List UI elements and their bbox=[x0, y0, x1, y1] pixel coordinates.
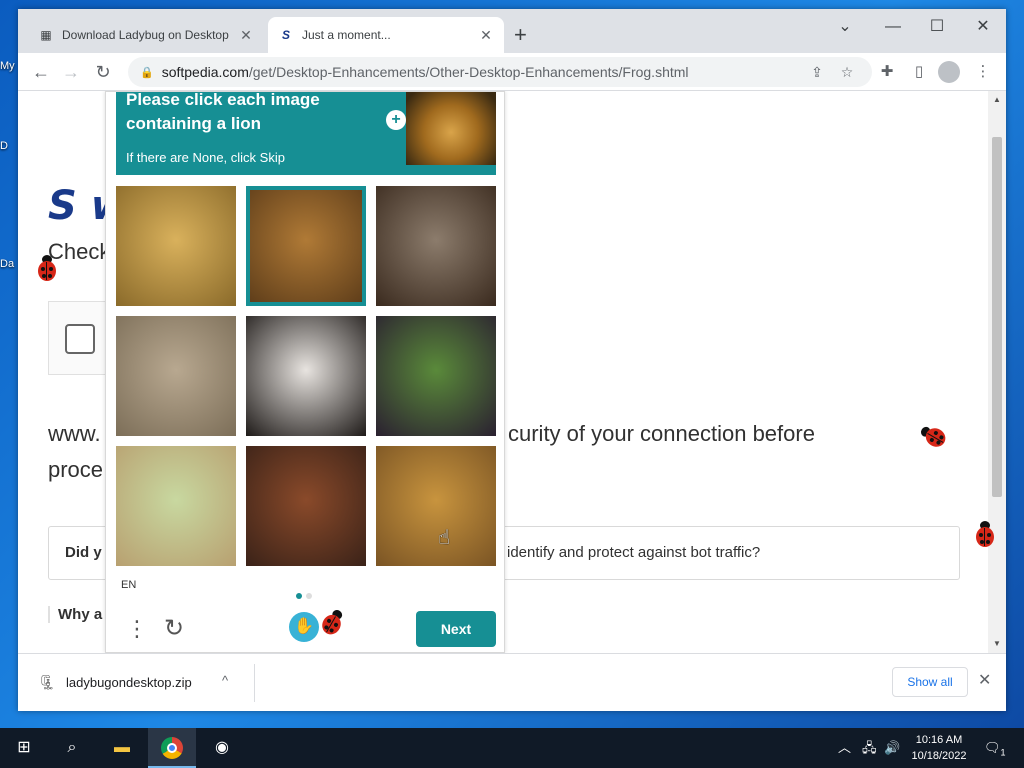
captcha-image-lion-face[interactable] bbox=[376, 446, 496, 566]
page-dot bbox=[306, 593, 312, 599]
url-path: /get/Desktop-Enhancements/Other-Desktop-… bbox=[248, 64, 689, 80]
browser-window: ▦ Download Ladybug on Desktop ✕ S Just a… bbox=[18, 9, 1006, 711]
close-tab-icon[interactable]: ✕ bbox=[478, 27, 494, 44]
captcha-image-pony[interactable] bbox=[116, 446, 236, 566]
faq-question-end: identify and protect against bot traffic… bbox=[507, 544, 761, 561]
share-icon[interactable]: ⇪ bbox=[804, 57, 830, 87]
sidebar-icon[interactable]: ▯ bbox=[906, 59, 932, 85]
captcha-image-dog[interactable] bbox=[246, 316, 366, 436]
captcha-image-horse-pinto[interactable] bbox=[376, 186, 496, 306]
captcha-image-lion-cub[interactable] bbox=[116, 186, 236, 306]
notification-count: 1 bbox=[1000, 747, 1006, 758]
tab-just-a-moment[interactable]: S Just a moment... ✕ bbox=[268, 17, 504, 53]
page-content: S w Check www. curity of your connection… bbox=[18, 91, 1006, 653]
browser-toolbar: ← → ↻ 🔒 softpedia.com/get/Desktop-Enhanc… bbox=[18, 53, 1006, 91]
page-text-right: curity of your connection before bbox=[508, 421, 815, 446]
captcha-image-chihuahua[interactable] bbox=[246, 446, 366, 566]
tab-title: Download Ladybug on Desktop bbox=[62, 28, 229, 42]
tab-title: Just a moment... bbox=[302, 28, 391, 42]
ladybug-icon bbox=[36, 255, 58, 281]
zip-file-icon: 🗜 bbox=[38, 674, 56, 690]
page-text-left: www. bbox=[48, 421, 101, 446]
close-tab-icon[interactable]: ✕ bbox=[238, 27, 254, 44]
ladybug-app-icon[interactable]: ◉ bbox=[198, 728, 246, 768]
taskbar: ⊞ ⌕ ▬ ◉ ︿ 🖧 🔊 10:16 AM 10/18/2022 🗨1 bbox=[0, 728, 1024, 768]
hcaptcha-logo-icon: ✋ bbox=[289, 612, 319, 642]
url-host: softpedia.com bbox=[161, 64, 249, 80]
captcha-header: Please click each image containing a lio… bbox=[116, 91, 496, 175]
desktop-icon-label[interactable]: D bbox=[0, 140, 8, 152]
scroll-down-icon[interactable]: ▼ bbox=[988, 639, 1006, 648]
page-text-line2: proce bbox=[48, 457, 104, 482]
captcha-image-lioness[interactable] bbox=[116, 316, 236, 436]
close-downloads-icon[interactable]: ✕ bbox=[978, 670, 991, 690]
reload-button[interactable]: ↻ bbox=[90, 59, 116, 85]
captcha-refresh-icon[interactable]: ↻ bbox=[164, 612, 184, 646]
page-dot-active bbox=[296, 593, 302, 599]
page-scrollbar[interactable]: ▲ ▼ bbox=[988, 91, 1006, 653]
captcha-menu-icon[interactable]: ⋮ bbox=[126, 612, 148, 646]
download-filename[interactable]: ladybugondesktop.zip bbox=[66, 675, 192, 690]
verify-checkbox[interactable] bbox=[65, 324, 95, 354]
show-all-button[interactable]: Show all bbox=[892, 667, 968, 697]
film-icon: ▦ bbox=[40, 28, 52, 42]
divider bbox=[254, 664, 255, 702]
desktop-icon-label[interactable]: Da bbox=[0, 258, 14, 270]
softpedia-favicon-icon: S bbox=[281, 28, 290, 42]
tab-download-ladybug[interactable]: ▦ Download Ladybug on Desktop ✕ bbox=[28, 17, 264, 53]
maximize-button[interactable]: ☐ bbox=[922, 15, 952, 39]
tab-search-dropdown-icon[interactable]: ⌄ bbox=[830, 15, 860, 39]
plus-icon[interactable]: + bbox=[386, 110, 406, 130]
close-window-button[interactable]: ✕ bbox=[968, 15, 998, 39]
clock-date: 10/18/2022 bbox=[911, 750, 967, 762]
volume-icon[interactable]: 🔊 bbox=[884, 728, 900, 768]
captcha-subtext: If there are None, click Skip bbox=[126, 150, 285, 165]
lock-icon[interactable]: 🔒 bbox=[140, 66, 154, 79]
clock-time: 10:16 AM bbox=[915, 734, 963, 746]
new-tab-button[interactable]: + bbox=[514, 23, 527, 47]
scroll-up-icon[interactable]: ▲ bbox=[988, 95, 1006, 104]
windows-start-icon[interactable]: ⊞ bbox=[0, 728, 48, 768]
chevron-up-icon[interactable]: ︿ bbox=[838, 728, 851, 768]
search-icon[interactable]: ⌕ bbox=[48, 728, 96, 768]
faq-question-start: Did y bbox=[65, 544, 102, 561]
captcha-challenge: Please click each image containing a lio… bbox=[105, 91, 505, 653]
menu-icon[interactable]: ⋮ bbox=[970, 59, 996, 85]
example-lion-image bbox=[406, 92, 496, 165]
address-bar[interactable]: 🔒 softpedia.com/get/Desktop-Enhancements… bbox=[128, 57, 872, 87]
why-section-heading: Why a bbox=[48, 606, 102, 623]
page-indicator bbox=[296, 586, 316, 604]
forward-button[interactable]: → bbox=[58, 59, 84, 85]
captcha-prompt: Please click each image containing a lio… bbox=[126, 91, 320, 133]
minimize-button[interactable]: — bbox=[878, 15, 908, 39]
chrome-icon[interactable] bbox=[148, 728, 196, 768]
captcha-image-horse-dark[interactable] bbox=[376, 316, 496, 436]
clock[interactable]: 10:16 AM 10/18/2022 bbox=[906, 732, 972, 764]
tab-strip: ▦ Download Ladybug on Desktop ✕ S Just a… bbox=[18, 9, 1006, 53]
ladybug-icon bbox=[916, 420, 950, 452]
language-selector[interactable]: EN bbox=[121, 579, 136, 591]
next-button[interactable]: Next bbox=[416, 611, 496, 647]
chevron-up-icon[interactable]: ^ bbox=[222, 673, 228, 688]
back-button[interactable]: ← bbox=[28, 59, 54, 85]
captcha-image-lion[interactable] bbox=[246, 186, 366, 306]
downloads-bar: 🗜 ladybugondesktop.zip ^ Show all ✕ bbox=[18, 653, 1006, 711]
star-icon[interactable]: ☆ bbox=[834, 57, 860, 87]
desktop-icon-label[interactable]: My bbox=[0, 60, 15, 72]
network-icon[interactable]: 🖧 bbox=[862, 728, 877, 768]
ladybug-icon bbox=[974, 521, 996, 547]
profile-icon[interactable] bbox=[938, 61, 960, 83]
file-explorer-icon[interactable]: ▬ bbox=[98, 728, 146, 768]
extensions-icon[interactable]: ✚ bbox=[874, 59, 900, 85]
mouse-cursor-icon: ☝ bbox=[438, 527, 451, 549]
scroll-thumb[interactable] bbox=[992, 137, 1002, 497]
notifications-icon[interactable]: 🗨1 bbox=[984, 728, 1006, 768]
